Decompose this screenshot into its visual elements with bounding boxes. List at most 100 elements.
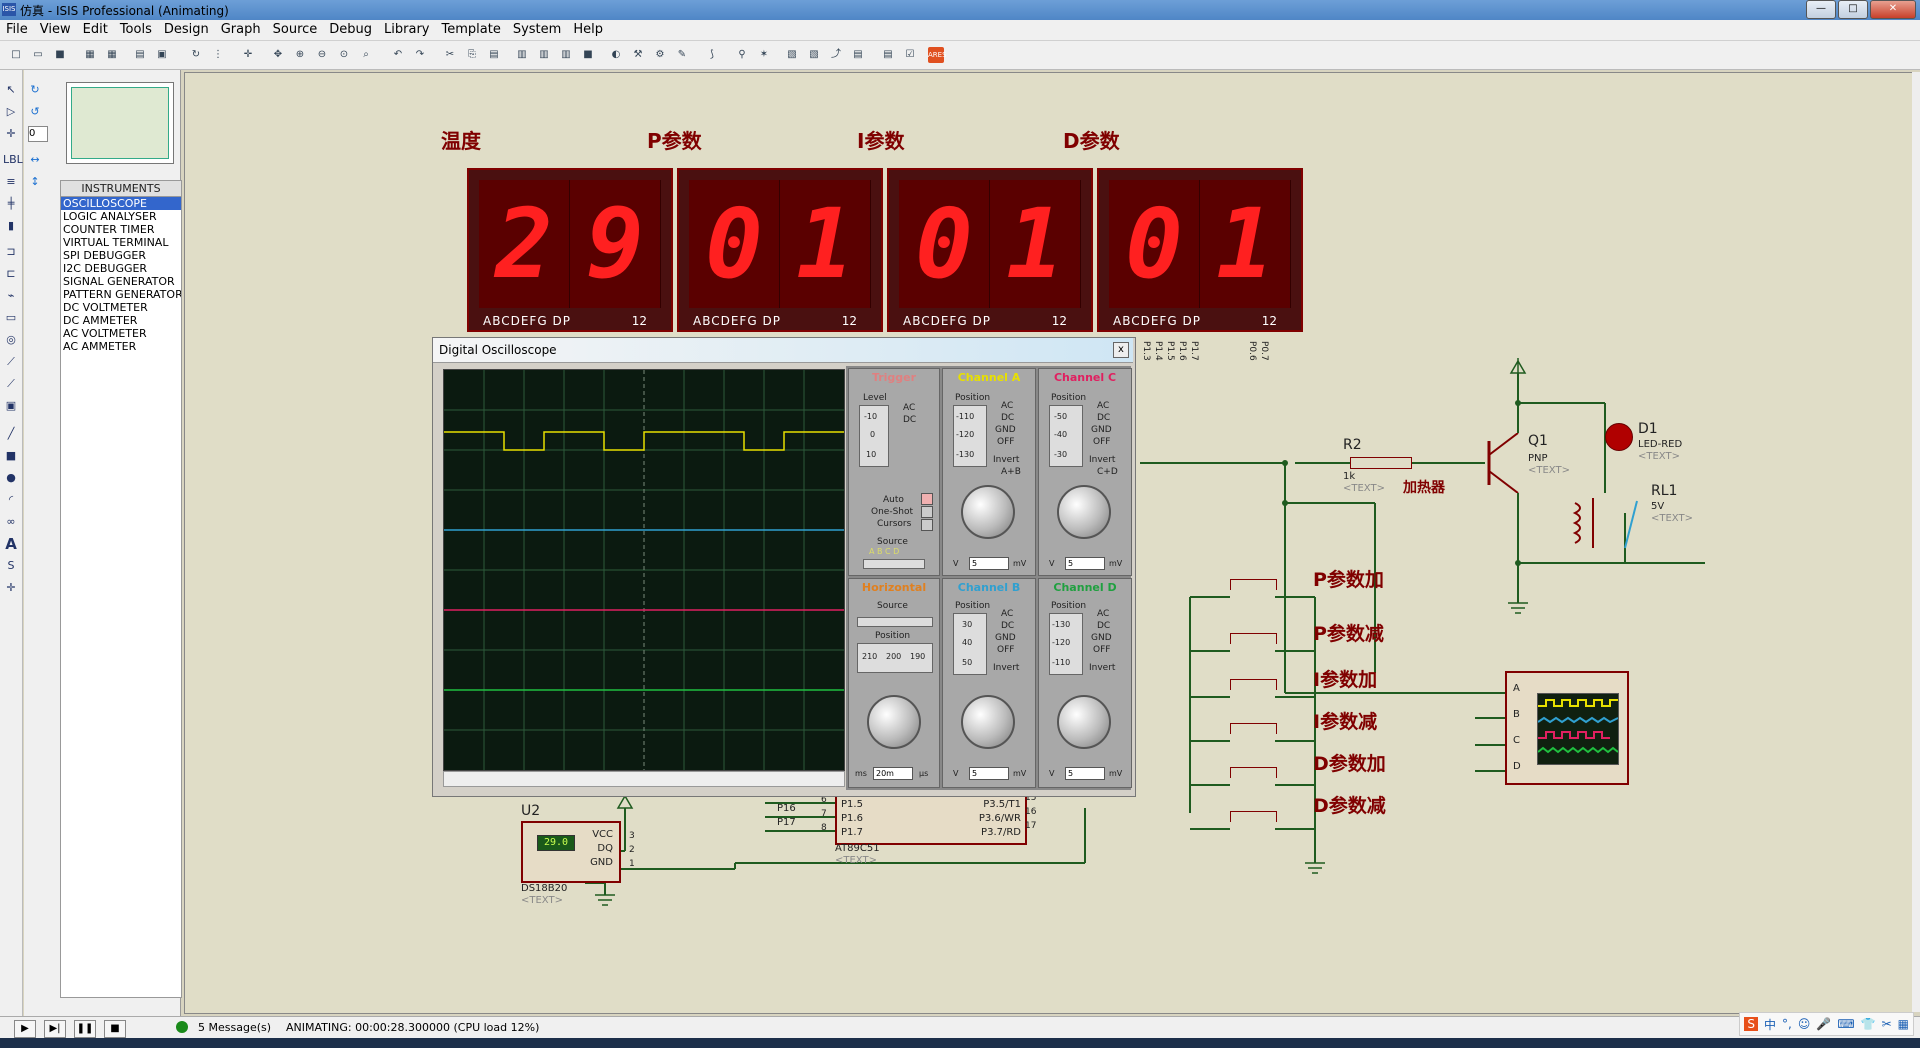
wire-label-icon[interactable]: LBL <box>3 152 23 168</box>
symbol-icon[interactable]: S <box>3 558 19 574</box>
junction-dot-icon[interactable]: ✛ <box>3 126 19 142</box>
channel-a-position-slider[interactable]: -110 -120 -130 <box>953 405 987 467</box>
list-item[interactable]: OSCILLOSCOPE <box>61 197 181 210</box>
play-button[interactable]: ▶ <box>14 1020 36 1038</box>
channel-b-position-slider[interactable]: 30 40 50 <box>953 613 987 675</box>
electrical-check-icon[interactable]: ☑ <box>902 47 918 63</box>
minimize-button[interactable]: — <box>1806 0 1836 19</box>
channel-a-invert[interactable]: Invert <box>993 455 1019 465</box>
rl1-relay-icon[interactable] <box>1565 493 1645 563</box>
search-icon[interactable]: ⚲ <box>734 47 750 63</box>
zoom-all-icon[interactable]: ⊙ <box>336 47 352 63</box>
trigger-dc[interactable]: DC <box>903 415 916 425</box>
oscilloscope-horizontal-scrollbar[interactable] <box>443 771 845 787</box>
overview-window[interactable] <box>66 82 174 164</box>
mcu-at89c51[interactable]: P1.5 P1.6 P1.7 P3.5/T1 P3.6/WR P3.7/RD <box>835 793 1027 845</box>
scissors-icon[interactable]: ✂ <box>1882 1017 1892 1031</box>
channel-d-position-slider[interactable]: -130 -120 -110 <box>1049 613 1083 675</box>
undo-icon[interactable]: ↶ <box>390 47 406 63</box>
channel-c-mode-off[interactable]: OFF <box>1093 437 1110 447</box>
new-file-icon[interactable]: □ <box>8 47 24 63</box>
package-tool-icon[interactable]: ⚙ <box>652 47 668 63</box>
terminals-icon[interactable]: ⊐ <box>3 244 19 260</box>
print-area-icon[interactable]: ▣ <box>154 47 170 63</box>
channel-a-volts-knob[interactable] <box>961 485 1015 539</box>
push-button-p-plus[interactable] <box>1230 579 1277 590</box>
channel-a-mode-gnd[interactable]: GND <box>995 425 1016 435</box>
sogou-icon[interactable]: S <box>1744 1017 1758 1031</box>
channel-d-mode-ac[interactable]: AC <box>1097 609 1109 619</box>
rotation-angle-field[interactable]: 0 <box>28 126 48 142</box>
menu-template[interactable]: Template <box>436 20 507 39</box>
list-item[interactable]: VIRTUAL TERMINAL <box>61 236 181 249</box>
channel-d-mode-dc[interactable]: DC <box>1097 621 1110 631</box>
netlist-icon[interactable]: ▤ <box>880 47 896 63</box>
channel-b-invert[interactable]: Invert <box>993 663 1019 673</box>
mirror-x-icon[interactable]: ↔ <box>27 152 43 168</box>
trigger-auto[interactable]: Auto <box>883 495 904 505</box>
channel-a-mode-off[interactable]: OFF <box>997 437 1014 447</box>
messages-ok-icon[interactable] <box>176 1021 188 1033</box>
subcircuit-icon[interactable]: ▮ <box>3 218 19 234</box>
menu-system[interactable]: System <box>507 20 567 39</box>
horizontal-position-slider[interactable]: 210 200 190 <box>857 643 933 673</box>
channel-b-volts-field[interactable]: 5 <box>969 767 1009 780</box>
oscilloscope-screen[interactable] <box>443 369 845 771</box>
import-icon[interactable]: ▦ <box>82 47 98 63</box>
messages-count[interactable]: 5 Message(s) <box>198 1021 271 1034</box>
menu-help[interactable]: Help <box>567 20 609 39</box>
q1-transistor-icon[interactable] <box>1485 433 1525 493</box>
menu-view[interactable]: View <box>34 20 77 39</box>
grid-icon[interactable]: ⋮ <box>210 47 226 63</box>
digital-oscilloscope-window[interactable]: Digital Oscilloscope x Trigger Level -10… <box>432 337 1136 797</box>
arc-icon[interactable]: ◜ <box>3 492 19 508</box>
channel-a-mode-dc[interactable]: DC <box>1001 413 1014 423</box>
channel-b-mode-ac[interactable]: AC <box>1001 609 1013 619</box>
channel-a-volts-field[interactable]: 5 <box>969 557 1009 570</box>
channel-b-mode-dc[interactable]: DC <box>1001 621 1014 631</box>
channel-c-invert[interactable]: Invert <box>1089 455 1115 465</box>
oscilloscope-titlebar[interactable]: Digital Oscilloscope x <box>433 338 1133 363</box>
channel-a-mode-ac[interactable]: AC <box>1001 401 1013 411</box>
microphone-icon[interactable]: 🎤 <box>1816 1017 1831 1031</box>
channel-d-mode-gnd[interactable]: GND <box>1091 633 1112 643</box>
menu-edit[interactable]: Edit <box>77 20 114 39</box>
oscilloscope-close-button[interactable]: x <box>1113 342 1129 358</box>
menu-graph[interactable]: Graph <box>215 20 267 39</box>
pause-button[interactable]: ❚❚ <box>74 1020 96 1038</box>
seven-segment-i[interactable]: 01 ABCDEFG DP 12 <box>887 168 1093 332</box>
menu-tools[interactable]: Tools <box>114 20 158 39</box>
selection-mode-icon[interactable]: ↖ <box>3 82 19 98</box>
open-folder-icon[interactable]: ▭ <box>30 47 46 63</box>
graph-icon[interactable]: ⌁ <box>3 288 19 304</box>
trigger-source-slider[interactable] <box>863 559 925 569</box>
list-item[interactable]: I2C DEBUGGER <box>61 262 181 275</box>
seven-segment-d[interactable]: 01 ABCDEFG DP 12 <box>1097 168 1303 332</box>
seven-segment-temperature[interactable]: 29 ABCDEFG DP 12 <box>467 168 673 332</box>
copy-icon[interactable]: ⎘ <box>464 47 480 63</box>
maximize-button[interactable]: □ <box>1838 0 1868 19</box>
list-item[interactable]: LOGIC ANALYSER <box>61 210 181 223</box>
list-item[interactable]: PATTERN GENERATOR <box>61 288 181 301</box>
oneshot-toggle[interactable] <box>921 506 933 518</box>
channel-d-volts-knob[interactable] <box>1057 695 1111 749</box>
zoom-area-icon[interactable]: ⌕ <box>358 47 374 63</box>
horizontal-time-field[interactable]: 20m <box>873 767 913 780</box>
menu-file[interactable]: File <box>0 20 34 39</box>
path-icon[interactable]: ∞ <box>3 514 19 530</box>
channel-a-aplusb[interactable]: A+B <box>1001 467 1021 477</box>
text-script-icon[interactable]: ≡ <box>3 174 19 190</box>
menu-design[interactable]: Design <box>158 20 215 39</box>
line-icon[interactable]: ╱ <box>3 426 19 442</box>
sheet-icon[interactable]: ▧ <box>784 47 800 63</box>
ares-icon[interactable]: ARES <box>928 47 947 63</box>
push-button-p-minus[interactable] <box>1230 633 1277 644</box>
keyboard-icon[interactable]: ⌨ <box>1837 1017 1854 1031</box>
block-rotate-icon[interactable]: ▥ <box>558 47 574 63</box>
paste-icon[interactable]: ▤ <box>486 47 502 63</box>
pick-device-icon[interactable]: ◐ <box>608 47 624 63</box>
push-button-i-plus[interactable] <box>1230 679 1277 690</box>
channel-c-mode-gnd[interactable]: GND <box>1091 425 1112 435</box>
channel-b-mode-off[interactable]: OFF <box>997 645 1014 655</box>
make-device-icon[interactable]: ⚒ <box>630 47 646 63</box>
